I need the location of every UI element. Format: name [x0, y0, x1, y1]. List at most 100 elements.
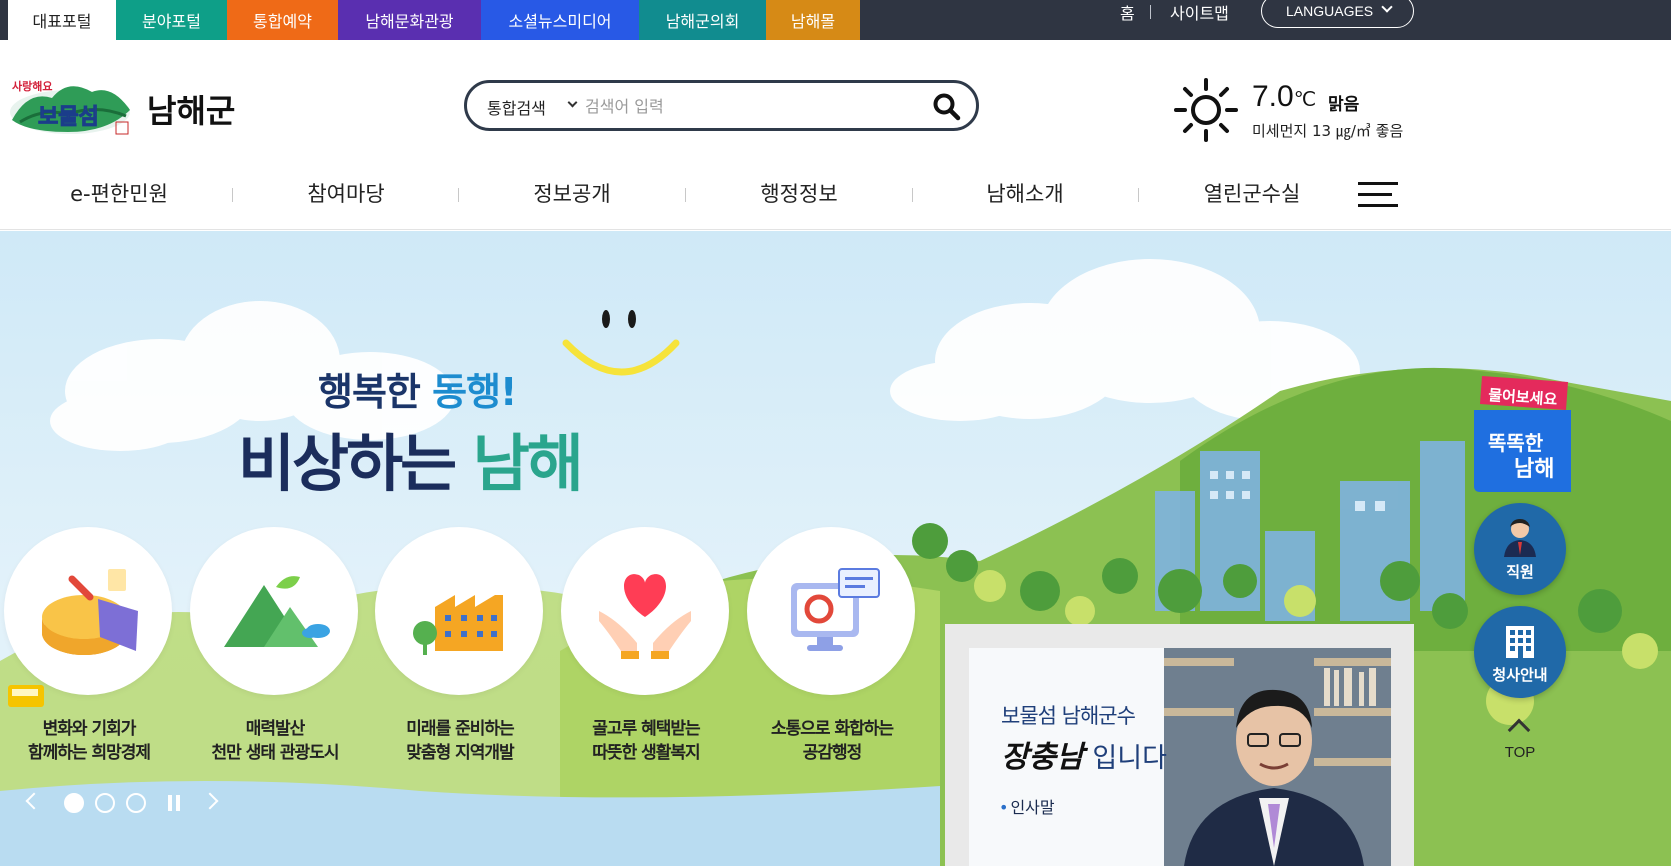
- monitor-icon: [791, 568, 880, 651]
- caption-line: 매력발산: [245, 719, 306, 739]
- languages-label: LANGUAGES: [1286, 3, 1374, 19]
- util-sitemap-link[interactable]: 사이트맵: [1170, 0, 1229, 24]
- languages-button[interactable]: LANGUAGES: [1261, 0, 1414, 28]
- svg-text:사랑해요: 사랑해요: [12, 79, 52, 93]
- mountain-icon: [224, 576, 330, 647]
- mayor-greeting-link[interactable]: 인사말: [999, 794, 1054, 818]
- search-input[interactable]: [585, 91, 925, 121]
- gnb-divider: [685, 188, 686, 202]
- gnb-item-participation[interactable]: 참여마당: [307, 178, 384, 208]
- mayor-name-signature: 장충남: [1001, 740, 1084, 775]
- ask-main-label-1: 똑똑한: [1488, 431, 1544, 455]
- top-bar: 대표포털 분야포털 통합예약 남해문화관광 소셜뉴스미디어 남해군의회 남해몰 …: [0, 0, 1671, 40]
- caption-line: 미래를 준비하는: [406, 719, 514, 739]
- vision-welfare[interactable]: [561, 527, 729, 695]
- pie-chart-icon: [42, 569, 138, 655]
- slide-dot-3[interactable]: [126, 793, 146, 813]
- gnb-item-admin-info[interactable]: 행정정보: [760, 178, 837, 208]
- caption-line: 따뜻한 생활복지: [592, 743, 700, 763]
- caption-line: 천만 생태 관광도시: [211, 743, 340, 763]
- ask-main-label-2: 남해: [1514, 457, 1554, 482]
- hero-slogan-line1: 행복한 동행!: [318, 361, 517, 416]
- sky-condition: 맑음: [1328, 95, 1360, 115]
- site-tab-mall[interactable]: 남해몰: [766, 0, 860, 40]
- vision-administration-caption[interactable]: 소통으로 화합하는공감행정: [727, 717, 937, 765]
- site-tab-culture-tour[interactable]: 남해문화관광: [338, 0, 481, 40]
- site-tab-field-portal[interactable]: 분야포털: [116, 0, 227, 40]
- vision-tourism[interactable]: [190, 527, 358, 695]
- hero-slogan-together: 동행!: [432, 370, 517, 414]
- caption-line: 골고루 혜택받는: [592, 719, 700, 739]
- vision-welfare-caption[interactable]: 골고루 혜택받는따뜻한 생활복지: [541, 717, 751, 765]
- caption-line: 공감행정: [802, 743, 863, 763]
- gnb-divider: [912, 188, 913, 202]
- gnb-divider: [1138, 188, 1139, 202]
- chevron-up-icon: [1507, 718, 1531, 742]
- search-icon[interactable]: [932, 92, 962, 122]
- util-divider: [1150, 5, 1151, 19]
- caption-line: 함께하는 희망경제: [27, 743, 151, 763]
- temperature: 7.0℃: [1252, 80, 1316, 114]
- gnb-divider: [232, 188, 233, 202]
- menu-icon[interactable]: [1358, 182, 1398, 208]
- slide-dot-1[interactable]: [64, 793, 84, 813]
- hero-slogan-soaring: 비상하는: [238, 427, 473, 500]
- temperature-value: 7.0: [1252, 80, 1294, 113]
- chevron-down-icon: [1381, 1, 1393, 13]
- building-label: 청사안내: [1492, 666, 1548, 684]
- svg-text:보물섬: 보물섬: [38, 105, 99, 130]
- building-guide-button[interactable]: 청사안내: [1474, 606, 1566, 698]
- gnb-item-info-disclosure[interactable]: 정보공개: [533, 178, 610, 208]
- vision-administration[interactable]: [747, 527, 915, 695]
- site-tab-main-portal[interactable]: 대표포털: [8, 0, 116, 40]
- gnb-item-mayor-office[interactable]: 열린군수실: [1204, 178, 1301, 208]
- vision-development[interactable]: [375, 527, 543, 695]
- vision-economy[interactable]: [4, 527, 172, 695]
- site-tab-social-media[interactable]: 소셜뉴스미디어: [481, 0, 639, 40]
- vision-development-caption[interactable]: 미래를 준비하는맞춤형 지역개발: [355, 717, 565, 765]
- gnb-divider: [458, 188, 459, 202]
- caption-line: 소통으로 화합하는: [770, 719, 894, 739]
- site-tab-council[interactable]: 남해군의회: [639, 0, 766, 40]
- search-scope-select[interactable]: 통합검색: [487, 95, 546, 119]
- mayor-name: 장충남 입니다: [1001, 732, 1167, 776]
- util-home-link[interactable]: 홈: [1120, 0, 1135, 24]
- pause-icon[interactable]: [168, 795, 180, 811]
- mayor-photo: [1164, 648, 1391, 866]
- site-tab-reservation[interactable]: 통합예약: [227, 0, 338, 40]
- slide-dot-2[interactable]: [95, 793, 115, 813]
- top-label: TOP: [1504, 744, 1536, 761]
- mayor-greeting-panel: 보물섬 남해군수 장충남 입니다 인사말: [945, 624, 1414, 866]
- vision-economy-caption[interactable]: 변화와 기회가함께하는 희망경제: [0, 717, 194, 765]
- factory-icon: [413, 595, 503, 655]
- temperature-unit: ℃: [1293, 89, 1317, 111]
- vision-tourism-caption[interactable]: 매력발산천만 생태 관광도시: [170, 717, 380, 765]
- mayor-name-suffix: 입니다: [1083, 743, 1167, 774]
- hero-slogan-namhae: 남해: [472, 427, 584, 500]
- gnb-item-e-civil[interactable]: e-편한민원: [70, 178, 168, 208]
- caption-line: 맞춤형 지역개발: [406, 743, 514, 763]
- caption-line: 변화와 기회가: [42, 719, 137, 739]
- sun-icon: [1174, 78, 1238, 142]
- hero-slogan-happy: 행복한: [318, 370, 433, 414]
- hero-banner: 행복한 동행! 비상하는 남해 변화와 기회가 함께하는 희망경제 매력발산 천…: [0, 231, 1671, 866]
- search-box: 통합검색: [464, 80, 979, 131]
- logo-emblem[interactable]: 사랑해요 보물섬: [8, 70, 134, 140]
- building-icon: [1506, 626, 1534, 658]
- fine-dust-status: 미세먼지 13 ㎍/㎥ 좋음: [1252, 122, 1404, 140]
- main-navigation: e-편한민원 참여마당 정보공개 행정정보 남해소개 열린군수실: [0, 160, 1671, 230]
- mayor-title: 보물섬 남해군수: [1001, 704, 1136, 728]
- ask-chatbot-button[interactable]: 물어보세요 똑똑한 남해: [1474, 370, 1571, 493]
- ask-top-label: 물어보세요: [1488, 386, 1558, 409]
- chevron-down-icon[interactable]: [567, 97, 578, 108]
- staff-directory-button[interactable]: 직원: [1474, 503, 1566, 595]
- gnb-item-about-namhae[interactable]: 남해소개: [986, 178, 1063, 208]
- heart-hands-icon: [599, 574, 691, 659]
- staff-label: 직원: [1506, 563, 1534, 581]
- mayor-greeting-card: 보물섬 남해군수 장충남 입니다 인사말: [969, 648, 1391, 866]
- scroll-top-button[interactable]: TOP: [1474, 712, 1566, 782]
- site-tabs: 대표포털 분야포털 통합예약 남해문화관광 소셜뉴스미디어 남해군의회 남해몰: [8, 0, 860, 40]
- person-icon: [1504, 519, 1536, 557]
- hero-slogan-line2: 비상하는 남해: [238, 413, 584, 503]
- site-name[interactable]: 남해군: [147, 86, 235, 132]
